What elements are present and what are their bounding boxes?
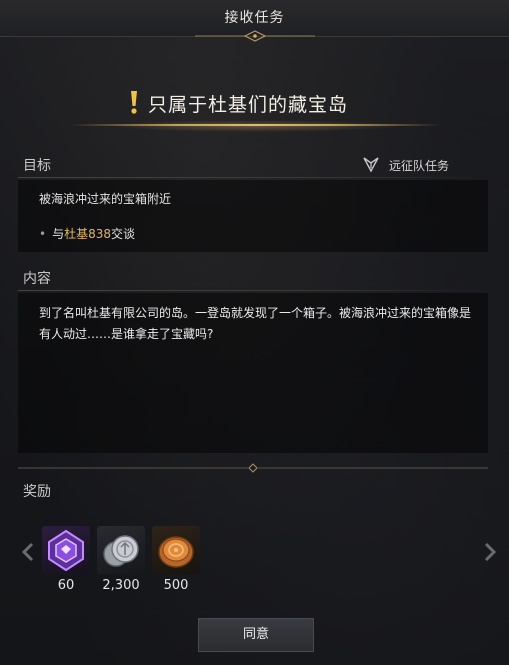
rewards-section-label: 奖励 bbox=[23, 484, 51, 500]
reward-count-crystal: 60 bbox=[57, 578, 75, 593]
content-divider bbox=[18, 290, 488, 291]
quest-title-banner: 只属于杜基们的藏宝岛 bbox=[70, 84, 440, 132]
quest-title: 只属于杜基们的藏宝岛 bbox=[148, 94, 349, 116]
reward-item-crystal[interactable] bbox=[42, 526, 90, 574]
expedition-icon bbox=[363, 157, 379, 173]
quest-dialog: 接收任务 只属于杜基们的藏宝岛 目标 远征队任务 被海浪冲过来的宝箱附近 • 与杜… bbox=[0, 0, 509, 665]
reward-item-silver[interactable] bbox=[97, 526, 145, 574]
goal-description: 被海浪冲过来的宝箱附近 bbox=[39, 192, 172, 206]
chevron-right-icon[interactable] bbox=[482, 541, 498, 563]
exclamation-icon bbox=[131, 91, 137, 114]
gold-coins-icon bbox=[158, 536, 194, 568]
reward-count-gold: 500 bbox=[163, 578, 189, 593]
task-suffix: 交谈 bbox=[111, 227, 136, 241]
rewards-divider-ornament bbox=[18, 463, 488, 473]
content-section-label: 内容 bbox=[23, 271, 51, 287]
goal-section-label: 目标 bbox=[23, 158, 51, 174]
goal-divider bbox=[18, 177, 488, 178]
reward-item-gold[interactable] bbox=[152, 526, 200, 574]
silver-coins-icon bbox=[103, 535, 139, 567]
header-ornament bbox=[195, 30, 315, 42]
quest-title-glow bbox=[110, 120, 400, 132]
chevron-left-icon[interactable] bbox=[20, 541, 36, 563]
task-prefix: 与 bbox=[52, 227, 65, 241]
task-npc-name: 杜基838 bbox=[64, 227, 111, 241]
quest-title-underline bbox=[70, 124, 440, 126]
purple-crystal-icon bbox=[48, 529, 84, 572]
reward-count-silver: 2,300 bbox=[102, 578, 140, 593]
task-bullet: • bbox=[39, 227, 47, 241]
content-text: 到了名叫杜基有限公司的岛。一登岛就发现了一个箱子。被海浪冲过来的宝箱像是有人动过… bbox=[39, 306, 472, 341]
goal-task: • 与杜基838交谈 bbox=[39, 225, 135, 242]
dialog-title: 接收任务 bbox=[224, 10, 285, 26]
expedition-quest-label: 远征队任务 bbox=[389, 159, 450, 173]
agree-button[interactable]: 同意 bbox=[198, 618, 314, 652]
